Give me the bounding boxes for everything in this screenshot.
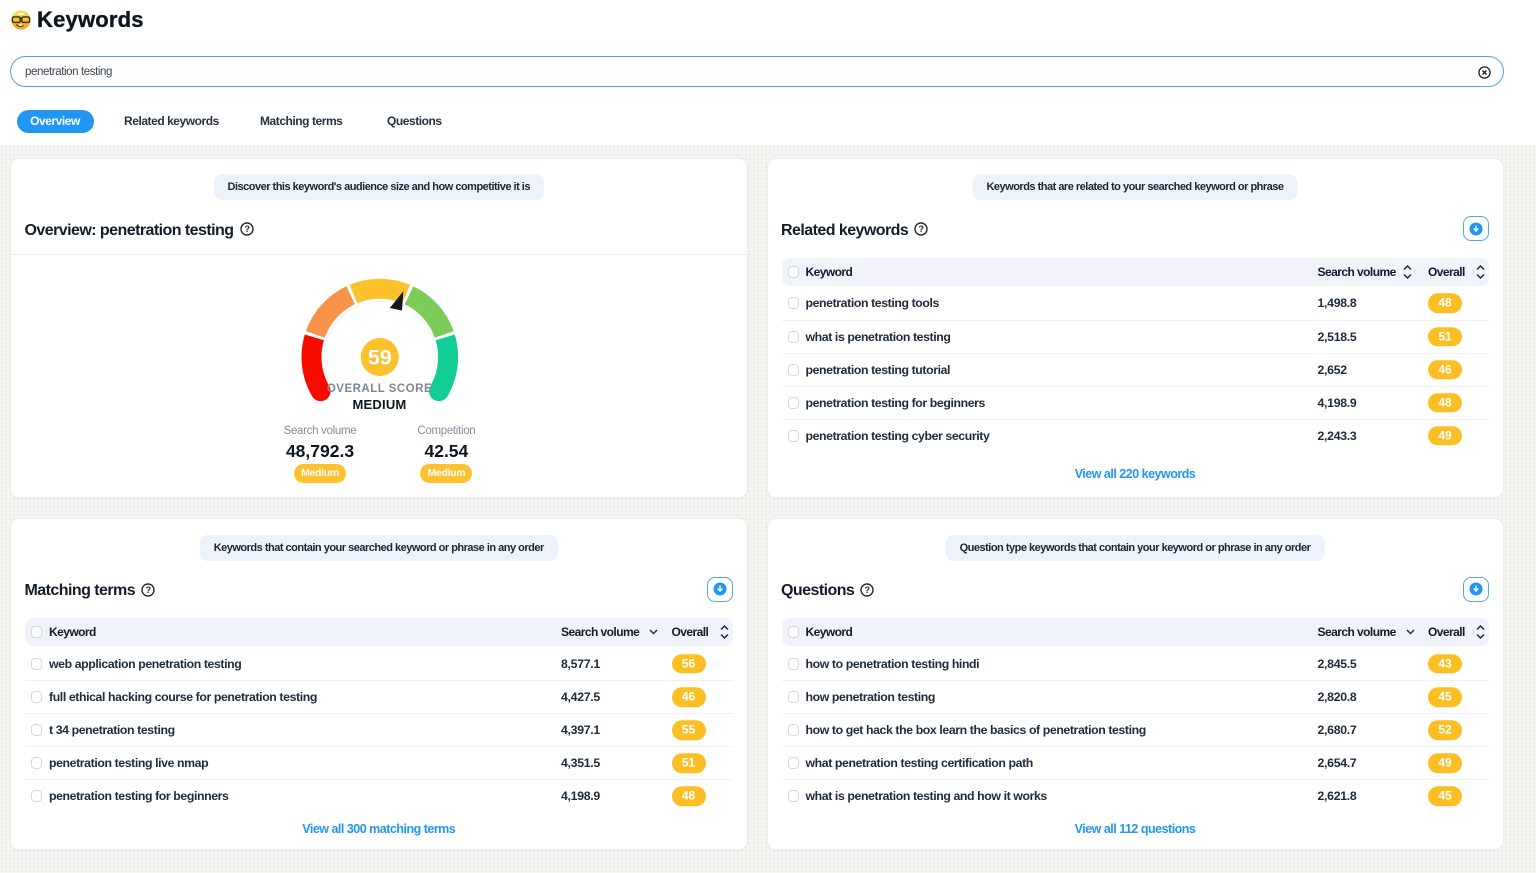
svg-text:?: ? xyxy=(919,224,924,234)
svg-text:?: ? xyxy=(865,585,870,595)
svg-text:?: ? xyxy=(146,585,151,595)
svg-text:?: ? xyxy=(244,224,249,234)
svg-text:59: 59 xyxy=(368,345,392,369)
